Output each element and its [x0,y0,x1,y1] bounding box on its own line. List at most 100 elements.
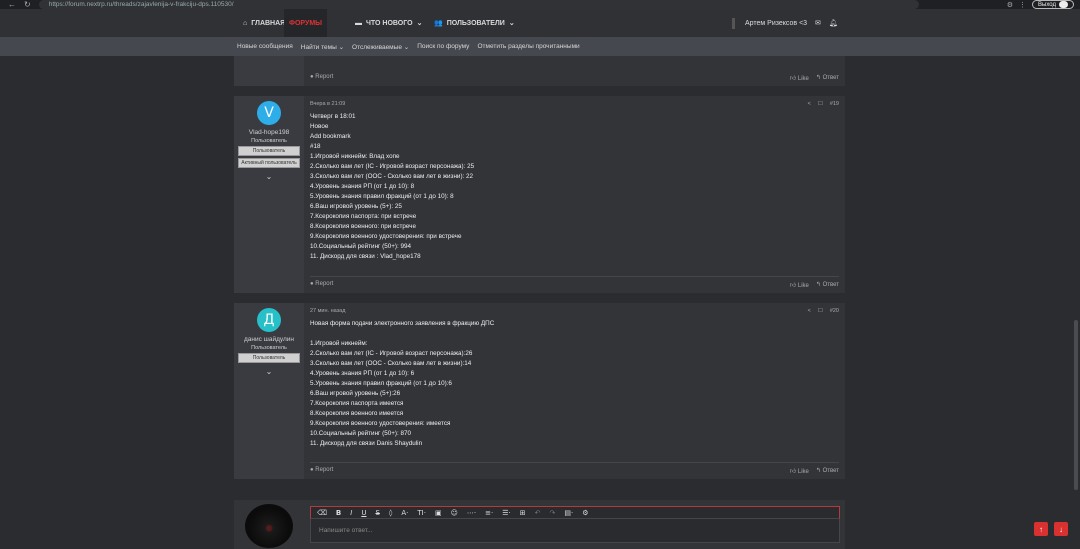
post-number[interactable]: #20 [830,308,839,314]
user-badge: Пользователь [238,146,300,156]
avatar[interactable] [245,504,293,548]
reload-icon[interactable]: ↻ [24,0,31,9]
like-button[interactable]: 👍︎ Like [790,74,809,82]
username[interactable]: Vlad-hope198 [249,129,289,136]
reply-input[interactable]: Напишите ответ... [310,519,840,543]
reply-editor: ⌫ B I U S ◊ A· TI· ▣ ☺ ⋯· ≡· ☰· ⊞ ↶ ↷ ▤·… [234,500,845,549]
subnav-new-messages[interactable]: Новые сообщения [237,43,293,50]
message-body: Четверг в 18:01 Новое Add bookmark #18 1… [310,112,839,262]
message-line: 8.Ксерокопия военного имеется [310,410,404,417]
message-line: 6.Ваш игровой уровень (5+): 25 [310,203,402,210]
reply-button[interactable]: ↰ Ответ [816,467,839,475]
nav-home-label: ГЛАВНАЯ [251,19,286,27]
message-line: #18 [310,143,321,150]
like-button[interactable]: 👍︎ Like [790,281,809,289]
color-icon[interactable]: ◊ [389,509,392,517]
subnav-find-threads[interactable]: Найти темы ⌄ [301,43,344,51]
emoji-icon[interactable]: ☺ [451,509,458,517]
like-label: Like [797,76,809,82]
bold-icon[interactable]: B [336,509,341,517]
insert-icon[interactable]: ▤· [564,509,573,517]
footer-actions: 👍︎ Like ↰ Ответ [790,467,839,475]
text-size-icon[interactable]: TI· [417,509,426,517]
list-icon[interactable]: ☰· [502,509,511,517]
align-icon[interactable]: ≡· [485,509,493,517]
like-label: Like [797,469,809,475]
chevron-down-icon: ⌄ [416,20,423,27]
post-time[interactable]: 27 мин. назад [310,308,345,314]
divider [310,462,839,463]
reply-button[interactable]: ↰ Ответ [816,281,839,289]
nav-home[interactable]: ⌂ ГЛАВНАЯ [243,9,285,37]
nav-users-label: ПОЛЬЗОВАТЕЛИ [446,19,505,27]
share-icon[interactable]: < [808,308,811,314]
strikethrough-icon[interactable]: S [375,509,379,517]
report-link[interactable]: ● Report [310,281,333,289]
bell-icon[interactable]: 🔔︎ [829,19,838,27]
mail-icon[interactable]: ✉ [815,19,821,27]
user-badge: Пользователь [238,353,300,363]
toggle-icon [1059,1,1068,8]
avatar[interactable] [732,17,735,29]
subnav-search[interactable]: Поиск по форуму [417,43,469,50]
table-icon[interactable]: ⊞ [520,509,526,517]
header-actions: < ☐ #19 [808,101,839,107]
reply-label: Ответ [822,468,839,474]
undo-icon[interactable]: ↶ [535,509,541,517]
message-header: Вчера в 21:09 < ☐ #19 [310,101,839,107]
menu-icon[interactable]: ⋮ [1019,1,1026,9]
exit-button[interactable]: Выход [1032,0,1074,9]
eraser-icon[interactable]: ⌫ [317,509,327,517]
post-number[interactable]: #19 [830,101,839,107]
more-icon[interactable]: ⋯· [467,509,476,517]
underline-icon[interactable]: U [361,509,366,517]
nav-whats-new[interactable]: ▬ ЧТО НОВОГО ⌄ [355,9,422,37]
reply-button[interactable]: ↰ Ответ [816,74,839,82]
address-bar[interactable]: https://forum.nextrp.ru/threads/zajavlen… [38,0,919,9]
message-line: 3.Сколько вам лет (OOC - Сколько вам лет… [310,360,472,367]
username[interactable]: данис шайдулин [244,336,294,343]
chevron-down-icon[interactable]: ⌄ [266,367,273,376]
subnav-watched[interactable]: Отслеживаемые ⌄ [352,43,409,51]
user-badge: Активный пользователь [238,158,300,168]
report-link[interactable]: ● Report [310,467,333,475]
share-icon[interactable]: < [808,101,811,107]
message-body: Новая форма подачи электронного заявлени… [310,319,839,449]
post-time[interactable]: Вчера в 21:09 [310,101,345,107]
extensions-icon[interactable]: ⚙ [1007,1,1013,9]
redo-icon[interactable]: ↷ [550,509,556,517]
browser-nav: ← ↻ [8,0,31,9]
report-link[interactable]: ● Report [310,74,333,82]
image-icon[interactable]: ▣ [435,509,442,517]
user-box: Артем Ризексов <3 ✉ 🔔︎ [732,9,838,37]
subnav-find-threads-label: Найти темы [300,43,337,51]
footer-actions: 👍︎ Like ↰ Ответ [790,281,839,289]
scroll-up-button[interactable]: ↑ [1034,522,1048,536]
exit-label: Выход [1038,1,1056,8]
bookmark-icon[interactable]: ☐ [818,101,823,107]
scroll-down-button[interactable]: ↓ [1054,522,1068,536]
nav-forums[interactable]: ФОРУМЫ [284,9,328,37]
back-icon[interactable]: ← [8,0,16,9]
message-line: 2.Сколько вам лет (IC - Игровой возраст … [310,163,475,170]
like-button[interactable]: 👍︎ Like [790,467,809,475]
avatar[interactable]: Д [257,308,281,332]
avatar[interactable]: V [257,101,281,125]
bookmark-icon[interactable]: ☐ [818,308,823,314]
chevron-down-icon[interactable]: ⌄ [266,172,273,181]
report-label: Report [315,467,334,473]
reply-label: Ответ [822,282,839,288]
subnav-mark-read[interactable]: Отметить разделы прочитанными [477,43,579,50]
previous-post: ● Report 👍︎ Like ↰ Ответ [234,56,845,86]
gear-icon[interactable]: ⚙ [582,509,588,517]
username[interactable]: Артем Ризексов <3 [745,20,807,27]
message-line: 7.Ксерокопия паспорта: при встрече [310,213,417,220]
nav-users[interactable]: 👥 ПОЛЬЗОВАТЕЛИ ⌄ [434,9,515,37]
divider [310,276,839,277]
italic-icon[interactable]: I [350,509,352,517]
message-line: 1.Игровой никнейм: [310,340,368,347]
message-line: 10.Социальный рейтинг (50+): 870 [310,430,411,437]
font-icon[interactable]: A· [401,509,408,517]
message-content: Вчера в 21:09 < ☐ #19 Четверг в 18:01 Но… [310,96,839,293]
scrollbar[interactable] [1074,320,1078,490]
